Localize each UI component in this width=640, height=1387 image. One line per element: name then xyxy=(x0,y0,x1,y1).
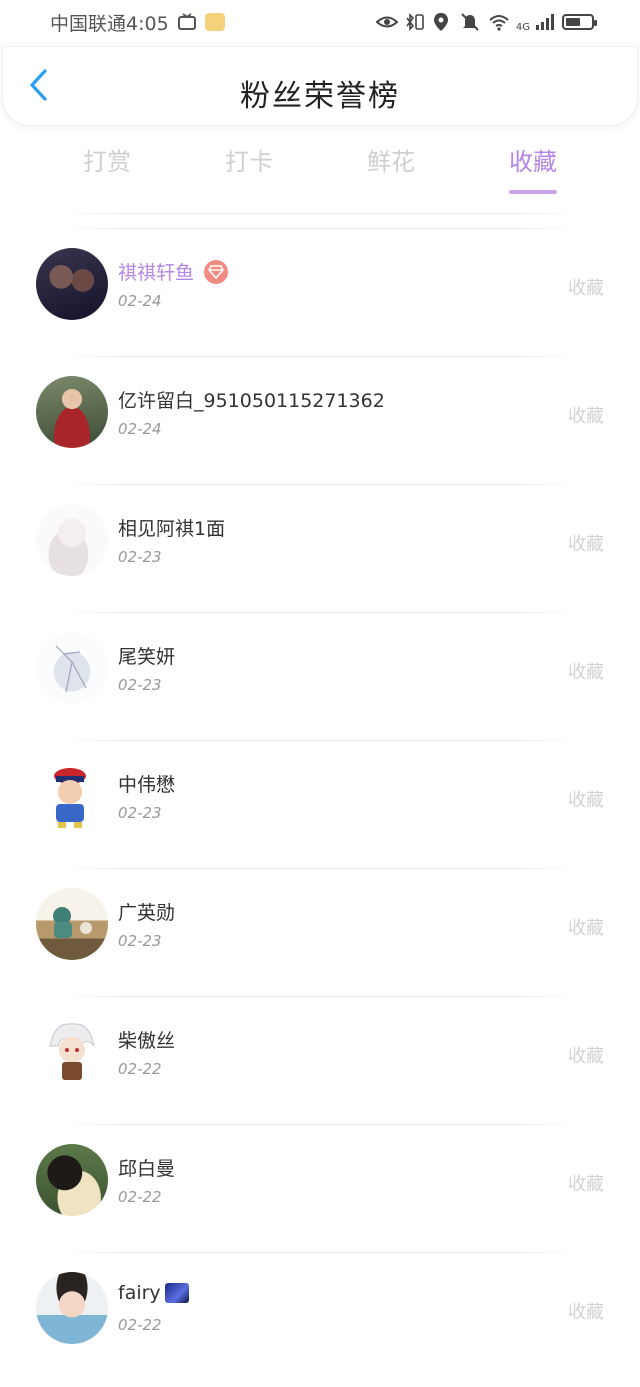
row-divider xyxy=(58,356,582,357)
avatar[interactable] xyxy=(36,632,108,704)
wifi-icon xyxy=(488,12,509,32)
fan-name-text: 相见阿祺1面 xyxy=(118,518,226,540)
list-item[interactable]: 相见阿祺1面 02-23 收藏 xyxy=(0,478,640,606)
row-divider xyxy=(58,228,582,229)
fan-date: 02-22 xyxy=(118,1188,162,1206)
row-divider xyxy=(58,484,582,485)
fan-date: 02-22 xyxy=(118,1316,162,1334)
action-label: 收藏 xyxy=(568,1046,604,1067)
fan-date: 02-23 xyxy=(118,548,162,566)
fan-list: 祺祺轩鱼 02-24 收藏 亿许留白_951050115271362 02-24… xyxy=(0,222,640,1374)
action-label: 收藏 xyxy=(568,534,604,555)
tab-reward[interactable]: 打赏 xyxy=(36,140,178,196)
active-tab-indicator xyxy=(509,190,557,194)
tab-label: 打赏 xyxy=(83,148,131,176)
eye-icon xyxy=(375,12,399,32)
avatar[interactable] xyxy=(36,888,108,960)
fan-name-text: fairy xyxy=(118,1282,161,1304)
mute-bell-icon xyxy=(460,12,480,32)
action-label: 收藏 xyxy=(568,918,604,939)
row-divider xyxy=(58,740,582,741)
signal-icon xyxy=(534,12,554,32)
tab-label: 鲜花 xyxy=(367,148,415,176)
list-item[interactable]: 邱白曼 02-22 收藏 xyxy=(0,1118,640,1246)
list-item[interactable]: 亿许留白_951050115271362 02-24 收藏 xyxy=(0,350,640,478)
fan-name: 祺祺轩鱼 xyxy=(118,258,229,285)
bluetooth-vibrate-icon xyxy=(404,12,424,32)
tab-checkin[interactable]: 打卡 xyxy=(178,140,320,196)
tabs-divider xyxy=(58,213,582,214)
row-divider xyxy=(58,1252,582,1253)
tab-flowers[interactable]: 鲜花 xyxy=(320,140,462,196)
page-title: 粉丝荣誉榜 xyxy=(240,79,400,114)
fan-name-text: 邱白曼 xyxy=(118,1158,176,1180)
list-item[interactable]: 柴傲丝 02-22 收藏 xyxy=(0,990,640,1118)
fan-name-text: 祺祺轩鱼 xyxy=(118,262,195,284)
list-item[interactable]: 广英勋 02-23 收藏 xyxy=(0,862,640,990)
tab-label: 打卡 xyxy=(225,148,273,176)
row-divider xyxy=(58,1124,582,1125)
fan-name: 柴傲丝 xyxy=(118,1026,175,1053)
diamond-icon xyxy=(204,259,229,284)
fan-date: 02-24 xyxy=(118,292,162,310)
network-type: 4G xyxy=(515,21,530,33)
status-left: 中国联通4:05 xyxy=(50,9,225,36)
avatar[interactable] xyxy=(36,376,108,448)
fan-name: 亿许留白_951050115271362 xyxy=(118,386,385,413)
list-item[interactable]: 祺祺轩鱼 02-24 收藏 xyxy=(0,222,640,350)
tab-favorites[interactable]: 收藏 xyxy=(462,140,604,196)
row-divider xyxy=(58,868,582,869)
fan-name-text: 亿许留白_951050115271362 xyxy=(118,390,385,412)
avatar[interactable] xyxy=(36,504,108,576)
fan-name: 尾笑妍 xyxy=(118,642,175,669)
fan-name-text: 广英勋 xyxy=(118,902,176,924)
fan-name: 广英勋 xyxy=(118,898,175,925)
fan-name-text: 中伟懋 xyxy=(118,774,176,796)
fan-name: 中伟懋 xyxy=(118,770,175,797)
location-icon xyxy=(432,12,452,32)
fan-name: 邱白曼 xyxy=(118,1154,175,1181)
list-item[interactable]: fairy 02-22 收藏 xyxy=(0,1246,640,1374)
app-notification-icon xyxy=(204,13,225,31)
status-right: 4G xyxy=(375,12,597,33)
fan-name-text: 尾笑妍 xyxy=(118,646,176,668)
action-label: 收藏 xyxy=(568,790,604,811)
list-item[interactable]: 中伟懋 02-23 收藏 xyxy=(0,734,640,862)
fan-name: fairy xyxy=(118,1282,189,1304)
fan-date: 02-24 xyxy=(118,420,162,438)
fan-name: 相见阿祺1面 xyxy=(118,514,225,541)
tab-label: 收藏 xyxy=(509,148,557,176)
battery-icon xyxy=(562,14,597,30)
avatar[interactable] xyxy=(36,1016,108,1088)
action-label: 收藏 xyxy=(568,1302,604,1323)
fan-name-text: 柴傲丝 xyxy=(118,1030,176,1052)
avatar[interactable] xyxy=(36,1272,108,1344)
fan-date: 02-23 xyxy=(118,676,162,694)
action-label: 收藏 xyxy=(568,662,604,683)
action-label: 收藏 xyxy=(568,406,604,427)
galaxy-emoji-icon xyxy=(164,1283,189,1303)
app-header: 粉丝荣誉榜 xyxy=(2,46,638,126)
carrier-time: 中国联通4:05 xyxy=(50,12,169,35)
fan-date: 02-23 xyxy=(118,804,162,822)
avatar[interactable] xyxy=(36,248,108,320)
row-divider xyxy=(58,612,582,613)
avatar[interactable] xyxy=(36,760,108,832)
action-label: 收藏 xyxy=(568,1174,604,1195)
fan-date: 02-22 xyxy=(118,1060,162,1078)
avatar[interactable] xyxy=(36,1144,108,1216)
tab-bar: 打赏 打卡 鲜花 收藏 xyxy=(36,140,604,196)
action-label: 收藏 xyxy=(568,278,604,299)
tv-icon xyxy=(177,12,197,32)
fan-date: 02-23 xyxy=(118,932,162,950)
status-bar: 中国联通4:05 4G xyxy=(0,0,640,44)
row-divider xyxy=(58,996,582,997)
list-item[interactable]: 尾笑妍 02-23 收藏 xyxy=(0,606,640,734)
